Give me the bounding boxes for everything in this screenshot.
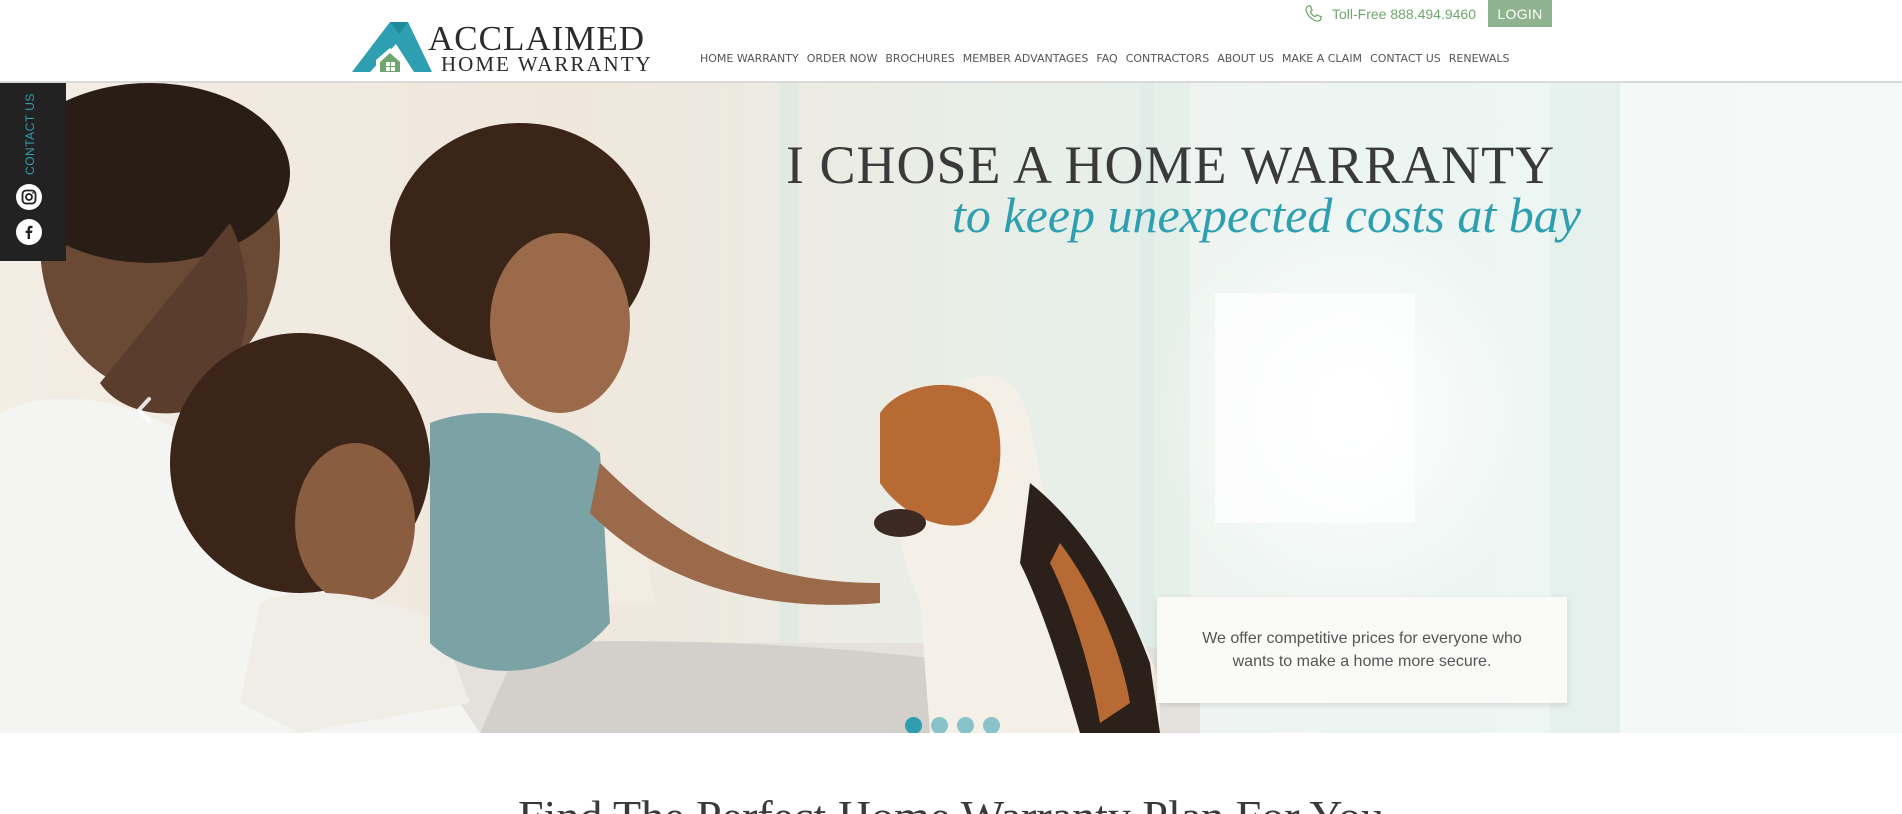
phone-number[interactable]: Toll-Free 888.494.9460: [1332, 6, 1476, 22]
carousel-dot-1[interactable]: [905, 717, 922, 733]
carousel-indicators: [905, 717, 1000, 733]
facebook-icon[interactable]: [16, 219, 42, 245]
nav-item-contractors[interactable]: CONTRACTORS: [1122, 52, 1214, 66]
phone-contact[interactable]: Toll-Free 888.494.9460: [1302, 3, 1476, 25]
brand-logo[interactable]: ACCLAIMED HOME WARRANTY: [352, 20, 651, 76]
nav-item-member-advantages[interactable]: MEMBER ADVANTAGES: [959, 52, 1093, 66]
hero-subtitle: to keep unexpected costs at bay: [952, 187, 1581, 243]
sidebar-contact-link[interactable]: CONTACT US: [19, 93, 41, 175]
house-logo-icon: [352, 22, 432, 72]
brand-name-line2: HOME WARRANTY: [441, 52, 653, 76]
carousel-dot-4[interactable]: [983, 717, 1000, 733]
instagram-icon[interactable]: [16, 184, 42, 210]
nav-item-make-a-claim[interactable]: MAKE A CLAIM: [1278, 52, 1366, 66]
nav-item-brochures[interactable]: BROCHURES: [881, 52, 958, 66]
site-header: ACCLAIMED HOME WARRANTY Toll-Free 888.49…: [0, 0, 1902, 83]
hero-caption-box: We offer competitive prices for everyone…: [1157, 597, 1567, 703]
hero-caption: We offer competitive prices for everyone…: [1202, 630, 1522, 670]
carousel-dot-3[interactable]: [957, 717, 974, 733]
nav-item-contact-us[interactable]: CONTACT US: [1366, 52, 1445, 66]
nav-item-about-us[interactable]: ABOUT US: [1213, 52, 1278, 66]
carousel-dot-2[interactable]: [931, 717, 948, 733]
page: ACCLAIMED HOME WARRANTY Toll-Free 888.49…: [0, 0, 1902, 814]
nav-item-order-now[interactable]: ORDER NOW: [803, 52, 882, 66]
section-heading: Find The Perfect Home Warranty Plan For …: [0, 790, 1902, 814]
phone-icon: [1305, 5, 1322, 22]
hero-title: I CHOSE A HOME WARRANTY: [786, 135, 1556, 195]
social-sidebar: CONTACT US: [0, 83, 66, 261]
hero-carousel: I CHOSE A HOME WARRANTY to keep unexpect…: [0, 83, 1902, 733]
nav-item-faq[interactable]: FAQ: [1092, 52, 1121, 66]
sidebar-contact-label: CONTACT US: [23, 93, 37, 175]
chevron-left-icon[interactable]: [134, 395, 154, 425]
nav-item-renewals[interactable]: RENEWALS: [1445, 52, 1514, 66]
nav-item-home-warranty[interactable]: HOME WARRANTY: [696, 52, 803, 66]
login-button[interactable]: LOGIN: [1488, 0, 1552, 27]
main-nav: HOME WARRANTY ORDER NOW BROCHURES MEMBER…: [696, 52, 1513, 66]
